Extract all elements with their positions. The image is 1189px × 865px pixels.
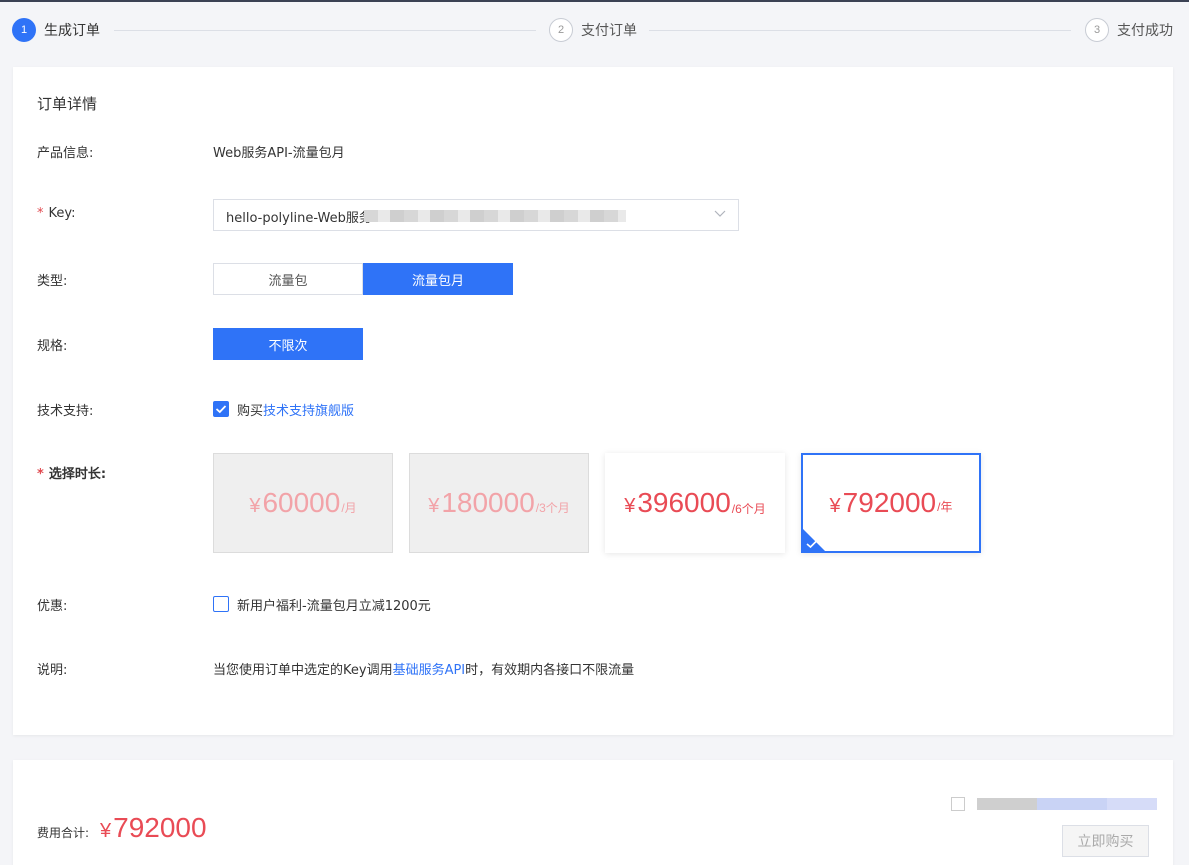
type-segmented-control: 流量包 流量包月 [213, 263, 513, 295]
duration-option-6-months[interactable]: ¥396000 /6个月 [605, 453, 785, 553]
step-label: 支付订单 [581, 23, 637, 39]
step-label: 生成订单 [44, 23, 100, 39]
price-amount: 792000 [842, 487, 937, 518]
total-amount: ¥792000 [100, 812, 207, 843]
chevron-down-icon [714, 210, 726, 217]
step-divider [649, 30, 1071, 31]
total-label: 费用合计: [37, 826, 90, 840]
discount-label: 优惠: [37, 599, 68, 614]
step-pay-order: 2 支付订单 [549, 18, 637, 42]
duration-label: * 选择时长: [37, 467, 107, 482]
spec-unlimited-button[interactable]: 不限次 [213, 328, 363, 360]
duration-option-3-months[interactable]: ¥180000 /3个月 [409, 453, 589, 553]
type-option-traffic-pack[interactable]: 流量包 [213, 263, 363, 295]
note-text: 当您使用订单中选定的Key调用基础服务API时，有效期内各接口不限流量 [213, 663, 635, 678]
checkout-bar: 费用合计: ¥792000 立即购买 [13, 760, 1173, 865]
duration-option-month[interactable]: ¥60000 /月 [213, 453, 393, 553]
step-divider [114, 30, 536, 31]
step-label: 支付成功 [1117, 23, 1173, 39]
duration-option-year[interactable]: ¥792000 /年 [801, 453, 981, 553]
support-link[interactable]: 技术支持旗舰版 [263, 404, 354, 419]
spec-label: 规格: [37, 339, 68, 354]
required-mark: * [37, 206, 44, 221]
price-unit: /3个月 [535, 501, 570, 515]
price-amount: 180000 [441, 487, 535, 518]
price-unit: /月 [341, 501, 357, 515]
price-unit: /年 [937, 500, 953, 514]
price-amount: 60000 [262, 487, 341, 518]
section-title: 订单详情 [37, 95, 98, 113]
order-details-card: 订单详情 产品信息: Web服务API-流量包月 * Key: hello-pol… [13, 67, 1173, 735]
type-option-monthly-pack[interactable]: 流量包月 [363, 263, 513, 295]
discount-text: 新用户福利-流量包月立减1200元 [237, 599, 431, 614]
buy-now-button[interactable]: 立即购买 [1062, 825, 1149, 857]
discount-checkbox[interactable] [213, 596, 229, 612]
basic-api-link[interactable]: 基础服务API [393, 663, 466, 678]
required-mark: * [37, 467, 44, 482]
step-number: 2 [549, 18, 573, 42]
price-amount: 396000 [637, 487, 731, 518]
step-number: 1 [12, 18, 36, 42]
step-number: 3 [1085, 18, 1109, 42]
agreement-checkbox[interactable] [951, 797, 965, 811]
redacted-key-text [364, 210, 626, 222]
order-steps: 1 生成订单 2 支付订单 3 支付成功 [12, 18, 1174, 44]
product-value: Web服务API-流量包月 [213, 146, 345, 161]
key-select[interactable]: hello-polyline-Web服务 [213, 199, 739, 231]
price-unit: /6个月 [731, 502, 766, 516]
support-label: 技术支持: [37, 404, 94, 419]
note-label: 说明: [37, 663, 68, 678]
step-generate-order: 1 生成订单 [12, 18, 100, 42]
support-checkbox[interactable] [213, 401, 229, 417]
key-label: * Key: [37, 206, 76, 221]
type-label: 类型: [37, 274, 68, 289]
support-text: 购买技术支持旗舰版 [237, 404, 355, 419]
check-icon [806, 539, 818, 549]
check-icon [215, 405, 227, 414]
product-label: 产品信息: [37, 146, 94, 161]
step-pay-success: 3 支付成功 [1085, 18, 1173, 42]
redacted-agreement-text [977, 798, 1157, 810]
key-select-value: hello-polyline-Web服务 [226, 211, 372, 226]
